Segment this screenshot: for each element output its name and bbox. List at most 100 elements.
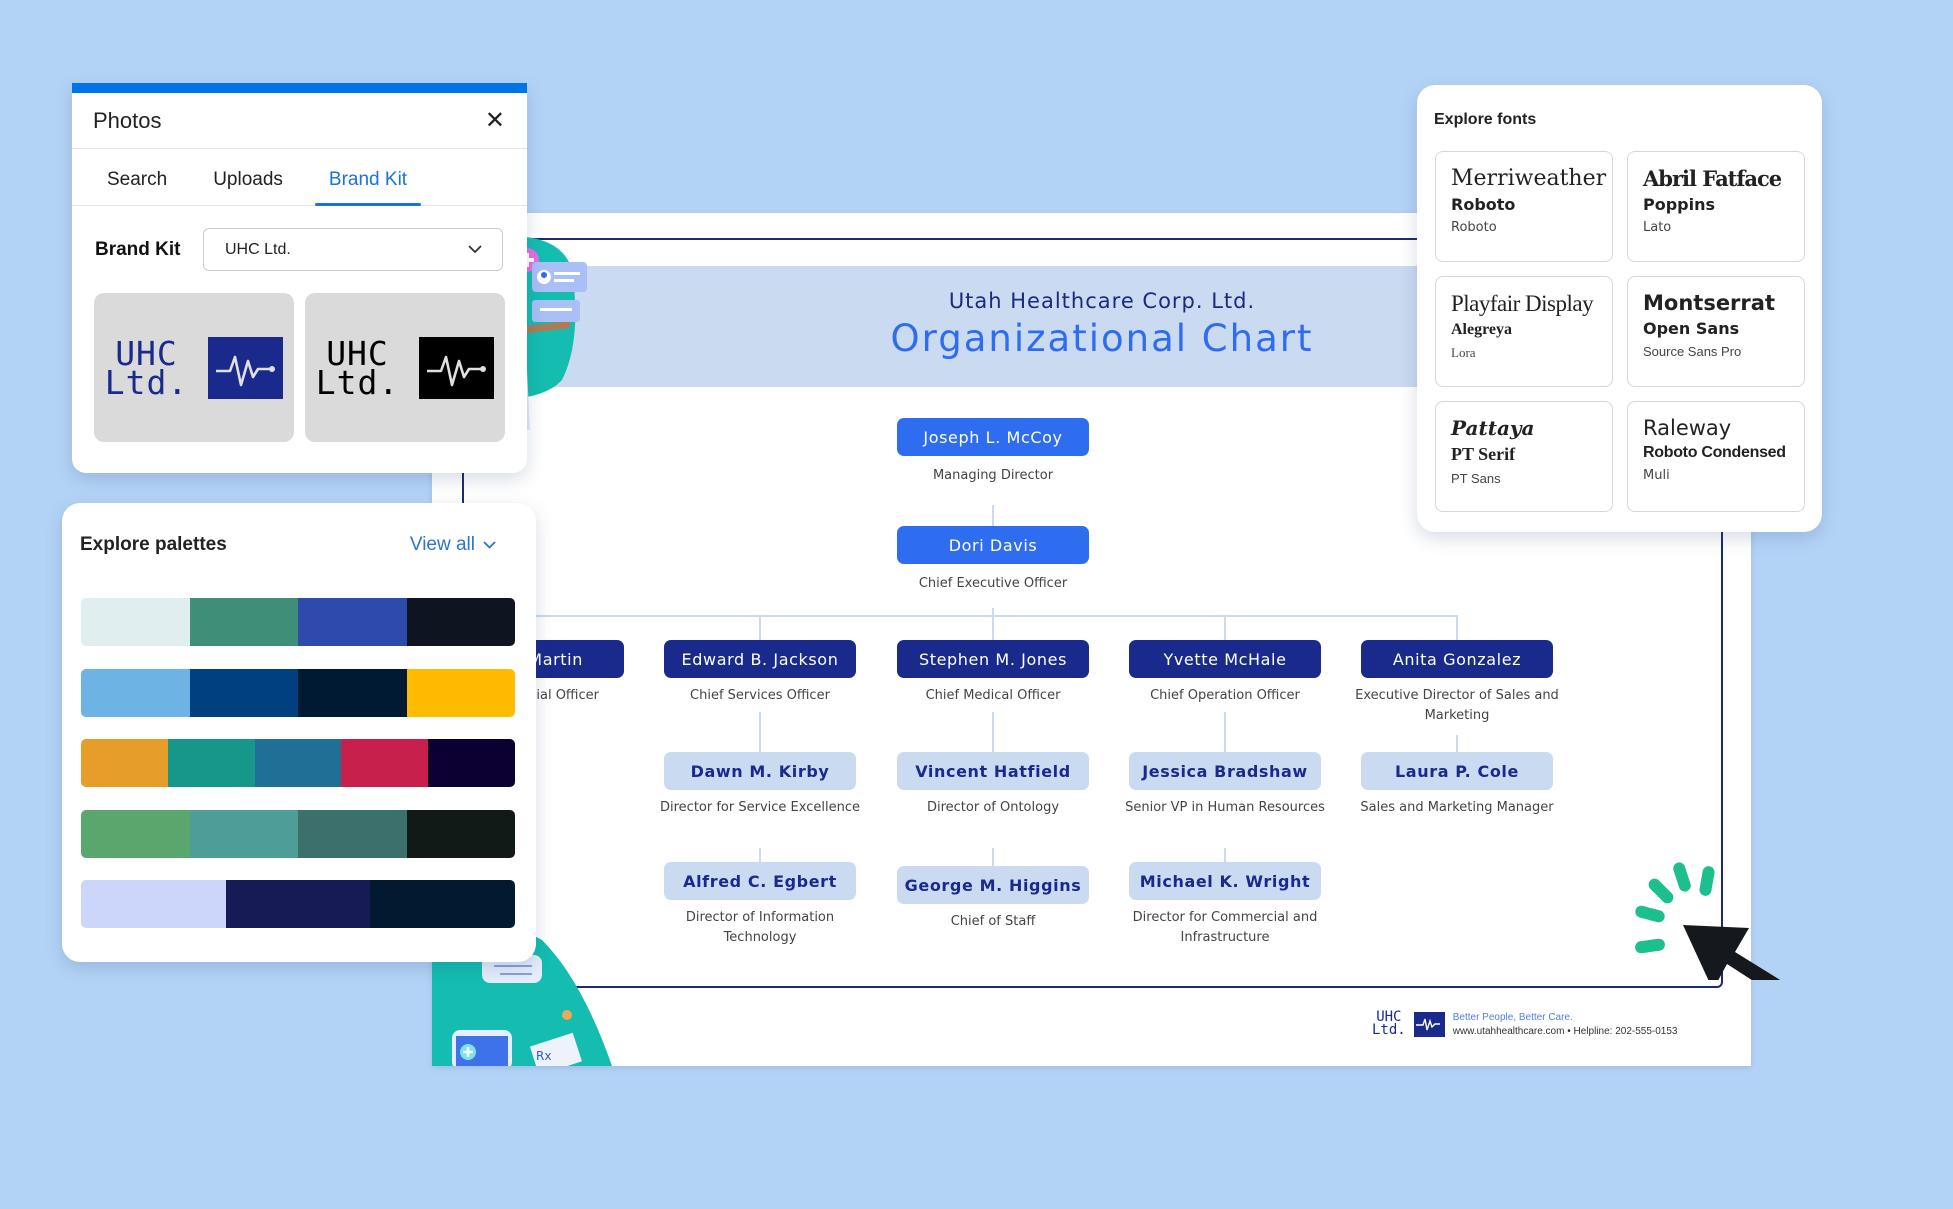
palette-swatch: [81, 739, 168, 787]
palettes-title: Explore palettes: [80, 534, 227, 555]
fonts-panel: Explore fonts Merriweather Roboto Roboto…: [1417, 85, 1822, 532]
person-node[interactable]: Joseph L. McCoy: [897, 418, 1089, 456]
brand-kit-label: Brand Kit: [95, 238, 181, 260]
tab-brand-kit[interactable]: Brand Kit: [314, 169, 422, 206]
connector-line: [992, 712, 994, 752]
report-node[interactable]: Michael K. Wright: [1129, 862, 1321, 900]
connector-line: [759, 712, 761, 752]
close-icon[interactable]: ✕: [485, 106, 505, 135]
executive-node[interactable]: Stephen M. Jones: [897, 640, 1089, 678]
report-node[interactable]: Vincent Hatfield: [897, 752, 1089, 790]
font-pairing-card[interactable]: Raleway Roboto Condensed Muli: [1627, 401, 1805, 512]
brand-logo-black[interactable]: UHC Ltd.: [305, 293, 505, 442]
tab-search[interactable]: Search: [93, 169, 181, 205]
executive-node[interactable]: Anita Gonzalez: [1361, 640, 1553, 678]
palette-row[interactable]: [81, 739, 515, 787]
report-role: Sales and Marketing Manager: [1360, 800, 1554, 815]
logo-text: UHC Ltd.: [315, 337, 400, 402]
palette-row[interactable]: [81, 810, 515, 858]
photos-tabs: Search Uploads Brand Kit: [72, 149, 527, 206]
connector-line: [1224, 712, 1226, 752]
logo-text: UHC Ltd.: [105, 337, 188, 399]
view-all-button[interactable]: View all: [410, 534, 496, 556]
document-footer: UHC Ltd. Better People, Better Care. www…: [1372, 1010, 1677, 1038]
font-heading: Playfair Display: [1451, 291, 1594, 316]
font-body: Poppins: [1643, 195, 1716, 214]
footer-logo-line2: Ltd.: [1372, 1022, 1406, 1038]
palette-swatch: [406, 810, 515, 858]
font-small: Source Sans Pro: [1643, 344, 1742, 359]
connector-line: [1224, 848, 1226, 862]
person-node[interactable]: Dori Davis: [897, 526, 1089, 564]
connector-line: [1224, 615, 1226, 640]
palette-row[interactable]: [81, 598, 515, 646]
connector-line: [992, 615, 994, 640]
brand-logo-navy[interactable]: UHC Ltd.: [94, 293, 294, 442]
font-small: Muli: [1643, 468, 1670, 483]
footer-tagline: Better People, Better Care.: [1452, 1011, 1573, 1023]
palette-swatch: [189, 810, 298, 858]
panel-accent-bar: [72, 83, 527, 93]
palette-swatch: [81, 598, 190, 646]
brand-logos: UHC Ltd. UHC Ltd.: [72, 271, 527, 442]
executive-role: Chief Services Officer: [690, 688, 830, 703]
font-small: Lato: [1643, 220, 1672, 235]
report-node[interactable]: Dawn M. Kirby: [664, 752, 856, 790]
palette-row[interactable]: [81, 669, 515, 717]
palette-swatch: [189, 598, 298, 646]
tab-uploads[interactable]: Uploads: [199, 169, 297, 205]
logo-line2: Ltd.: [315, 362, 400, 402]
brand-kit-select[interactable]: UHC Ltd.: [203, 228, 503, 271]
connector-line: [759, 615, 761, 640]
font-pairing-card[interactable]: Playfair Display Alegreya Lora: [1435, 276, 1613, 387]
font-heading: Abril Fatface: [1643, 166, 1782, 191]
palette-swatch: [225, 880, 371, 928]
palette-swatch: [81, 880, 226, 928]
font-small: PT Sans: [1451, 471, 1501, 486]
person-role: Chief Executive Officer: [918, 576, 1068, 591]
view-all-label: View all: [409, 534, 475, 555]
font-pairing-card[interactable]: Abril Fatface Poppins Lato: [1627, 151, 1805, 262]
report-node[interactable]: Alfred C. Egbert: [664, 862, 856, 900]
font-body: Roboto: [1451, 195, 1516, 214]
mouse-cursor-icon: [1635, 862, 1781, 980]
executive-role: Chief Medical Officer: [925, 688, 1061, 703]
font-body: Open Sans: [1643, 319, 1740, 338]
palette-swatch: [298, 810, 407, 858]
svg-text:Rx: Rx: [536, 1049, 551, 1063]
palette-swatch: [81, 669, 190, 717]
palette-swatch: [254, 739, 342, 787]
palette-swatch: [406, 669, 515, 717]
font-small: Roboto: [1451, 220, 1497, 235]
palette-swatch: [81, 810, 190, 858]
palette-row[interactable]: [81, 880, 515, 928]
font-heading: Montserrat: [1643, 291, 1775, 315]
executive-node[interactable]: Edward B. Jackson: [664, 640, 856, 678]
report-role: Director of Ontology: [926, 800, 1060, 815]
palettes-header: Explore palettes View all: [62, 503, 536, 556]
connector-line: [1456, 615, 1458, 640]
report-node[interactable]: Laura P. Cole: [1361, 752, 1553, 790]
person-role: Managing Director: [932, 468, 1054, 483]
palette-swatch: [298, 598, 407, 646]
font-pairing-card[interactable]: Merriweather Roboto Roboto: [1435, 151, 1613, 262]
report-node[interactable]: George M. Higgins: [897, 866, 1089, 904]
font-small: Lora: [1451, 345, 1476, 360]
connector-line: [992, 848, 994, 866]
heartbeat-icon: [1413, 1011, 1445, 1037]
palettes-panel: Explore palettes View all: [62, 503, 536, 962]
palette-swatch: [189, 669, 298, 717]
font-pairing-card[interactable]: Montserrat Open Sans Source Sans Pro: [1627, 276, 1805, 387]
report-node[interactable]: Jessica Bradshaw: [1129, 752, 1321, 790]
brand-kit-value: UHC Ltd.: [225, 240, 291, 258]
heartbeat-icon: [208, 336, 284, 399]
brand-kit-row: Brand Kit UHC Ltd.: [72, 206, 527, 271]
font-pairing-card[interactable]: Pattaya PT Serif PT Sans: [1435, 401, 1613, 512]
footer-logo-text: UHC Ltd.: [1372, 1010, 1406, 1038]
font-heading: Raleway: [1643, 416, 1732, 440]
connector-line: [759, 848, 761, 862]
executive-node[interactable]: Yvette McHale: [1129, 640, 1321, 678]
report-role: Chief of Staff: [950, 914, 1036, 929]
font-body: PT Serif: [1451, 444, 1516, 464]
palette-swatch: [298, 669, 407, 717]
